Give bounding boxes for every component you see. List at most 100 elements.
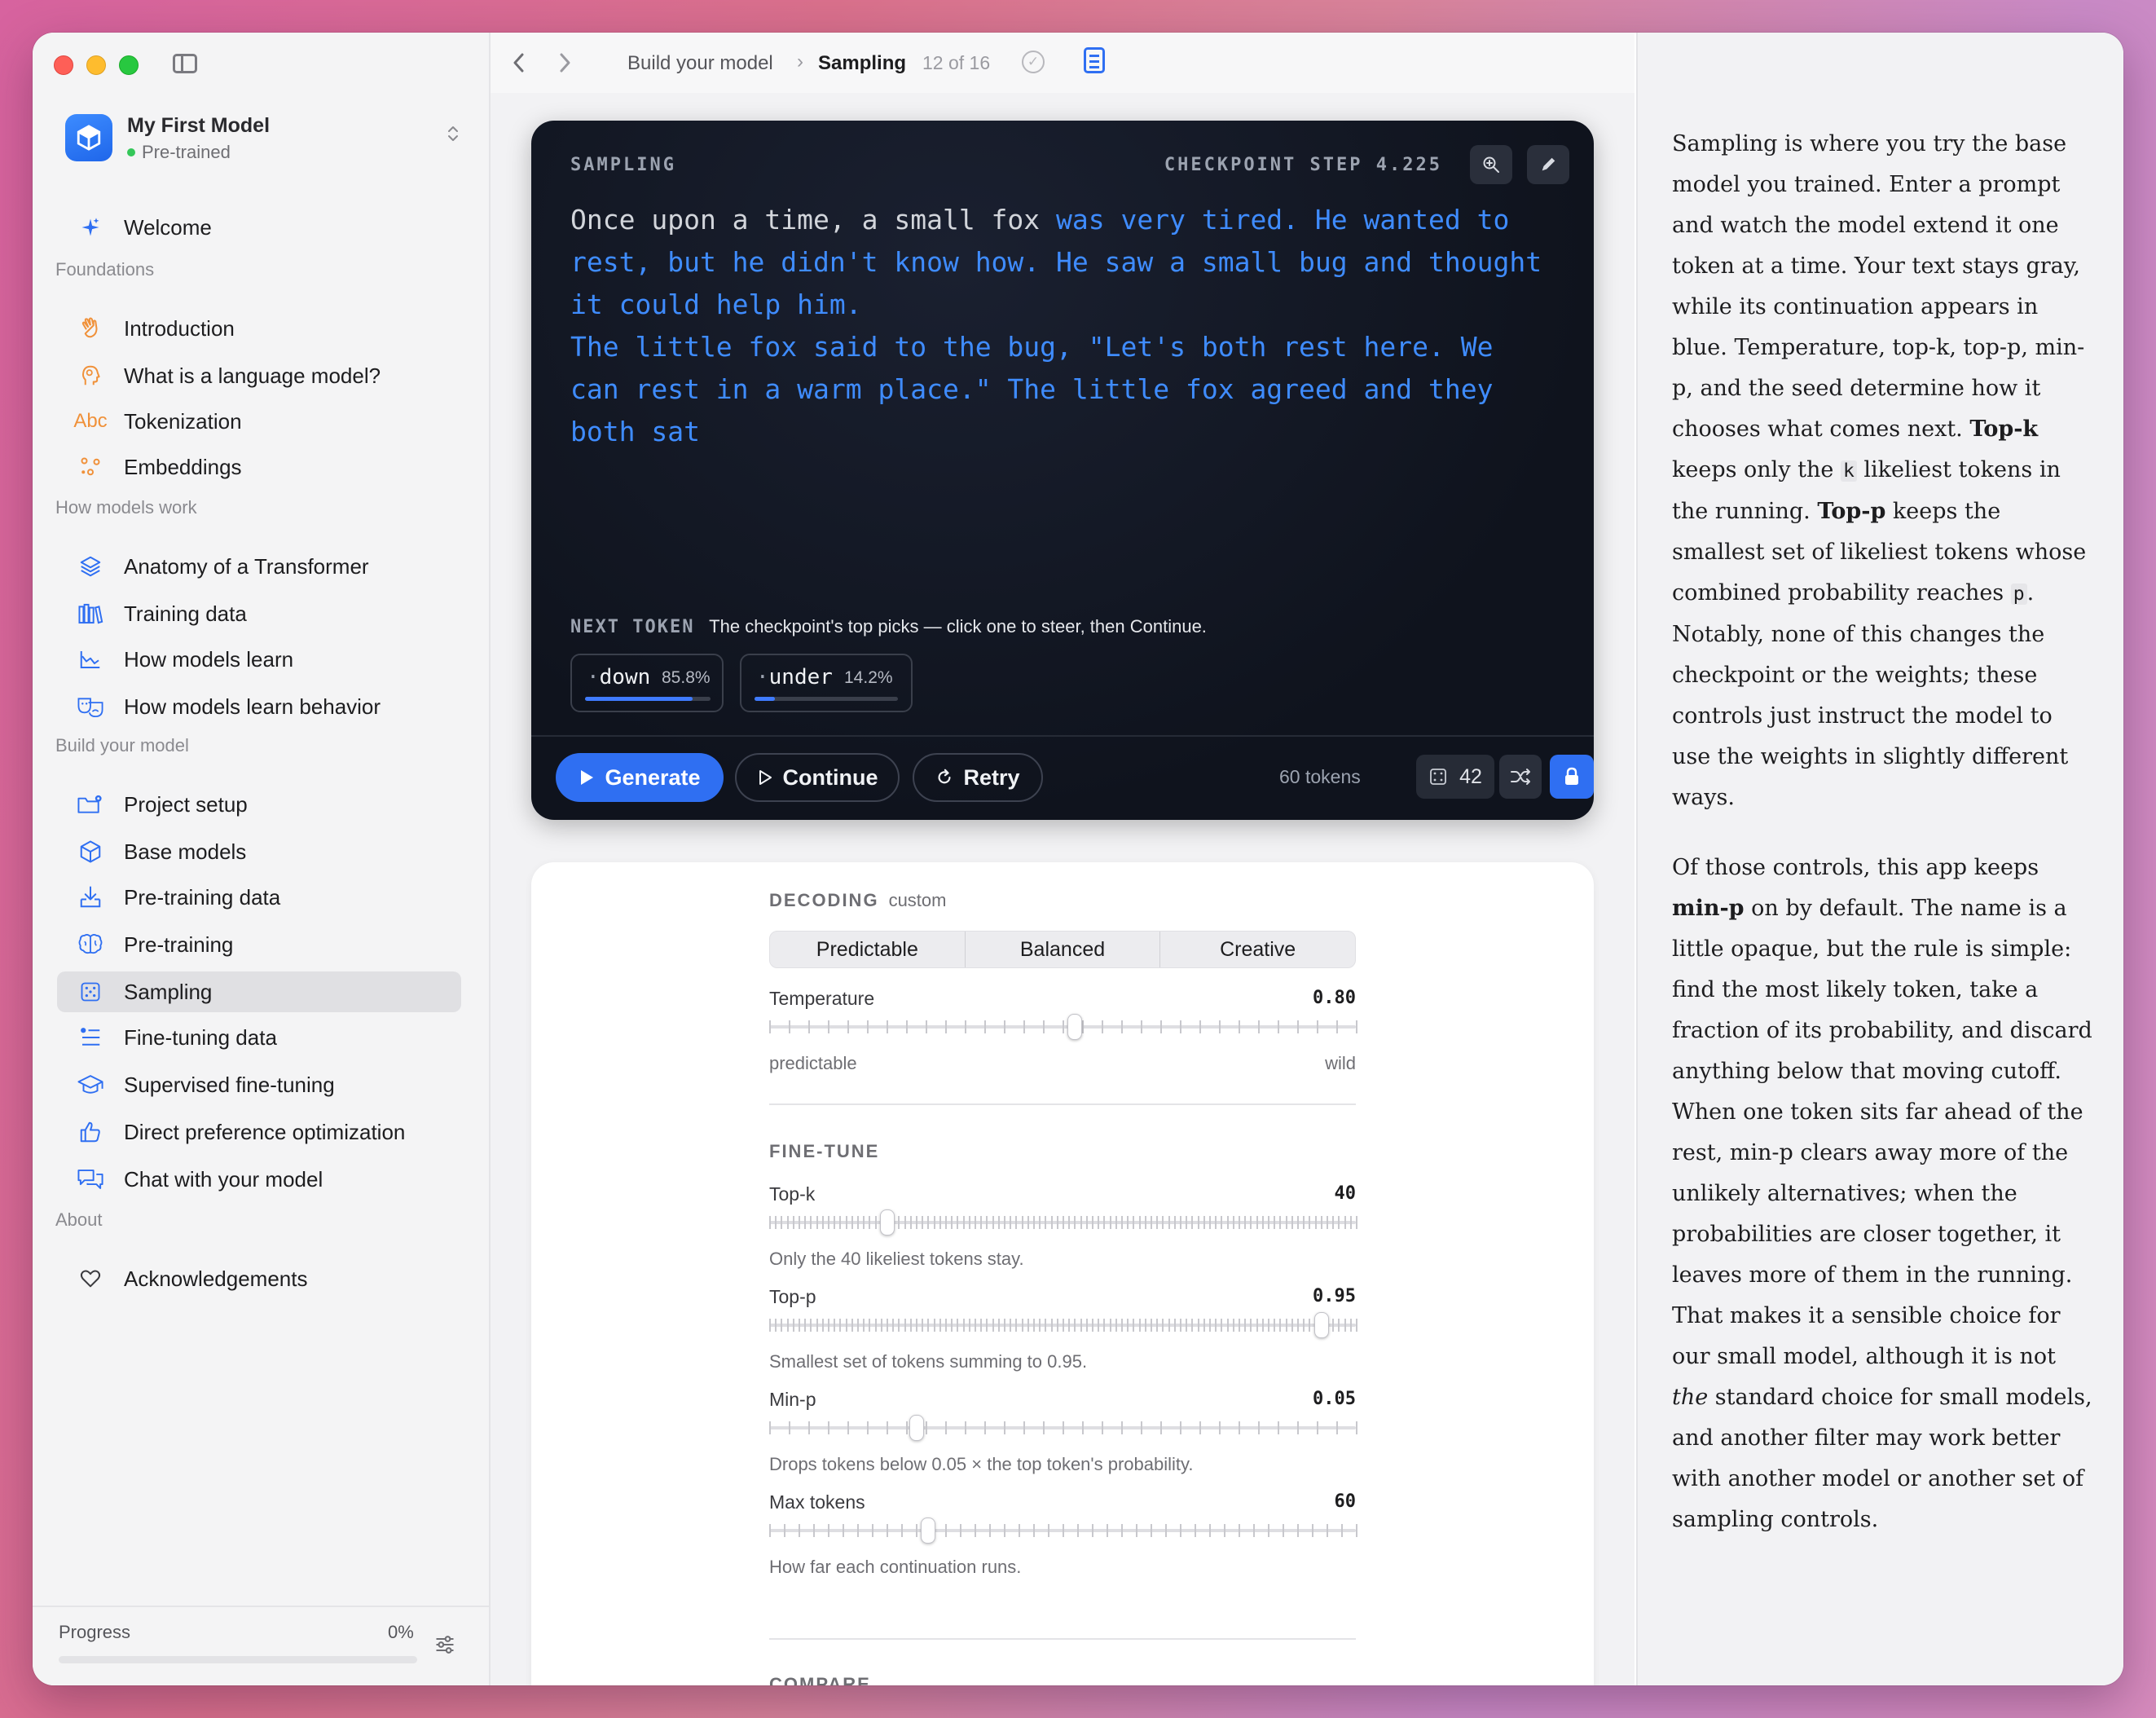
top-k-slider[interactable] xyxy=(769,1209,1357,1236)
sidebar-item-embeddings[interactable]: Embeddings xyxy=(57,447,461,487)
slider-tick xyxy=(1092,1524,1093,1537)
slider-tick xyxy=(1050,1319,1053,1332)
slider-thumb[interactable] xyxy=(909,1415,924,1441)
slider-tick xyxy=(927,1216,930,1229)
sidebar-item-direct-preference-optimization[interactable]: Direct preference optimization xyxy=(57,1112,461,1152)
forward-chevron-icon[interactable] xyxy=(557,52,572,73)
slider-tick xyxy=(775,1319,777,1332)
slider-tick xyxy=(1195,1524,1196,1537)
sidebar-item-anatomy-of-a-transformer[interactable]: Anatomy of a Transformer xyxy=(57,546,461,587)
slider-tick xyxy=(1221,1319,1223,1332)
slider-tick xyxy=(789,1020,790,1033)
slider-tick xyxy=(1080,1319,1082,1332)
lock-seed-button[interactable] xyxy=(1550,755,1594,799)
slider-tick xyxy=(1082,1020,1084,1033)
slider-thumb[interactable] xyxy=(1067,1014,1083,1040)
seed-field[interactable]: 42 xyxy=(1416,755,1494,799)
slider-tick xyxy=(1221,1216,1223,1229)
sidebar-item-supervised-fine-tuning[interactable]: Supervised fine-tuning xyxy=(57,1064,461,1105)
edit-prompt-button[interactable] xyxy=(1527,145,1569,184)
breadcrumb-parent[interactable]: Build your model xyxy=(627,52,773,75)
slider-tick xyxy=(867,1020,869,1033)
toolbar: Build your model › Sampling 12 of 16 ✓ xyxy=(491,33,1635,93)
slider-tick xyxy=(887,1524,888,1537)
generated-text[interactable]: Once upon a time, a small fox was very t… xyxy=(570,199,1556,453)
slider-tick xyxy=(1074,1319,1076,1332)
token-candidate-chip[interactable]: ·down 85.8% xyxy=(570,654,724,712)
minimize-window-button[interactable] xyxy=(86,55,106,75)
token-candidate-chip[interactable]: ·under 14.2% xyxy=(740,654,913,712)
close-window-button[interactable] xyxy=(54,55,73,75)
slider-tick xyxy=(808,1020,810,1033)
slider-tick xyxy=(1063,1421,1064,1434)
slider-tick xyxy=(1004,1020,1005,1033)
zoom-button[interactable] xyxy=(1470,145,1512,184)
sidebar-item-welcome[interactable]: Welcome xyxy=(57,207,461,248)
token-count: 60 tokens xyxy=(1279,766,1361,787)
slider-tick xyxy=(799,1524,800,1537)
slider-tick xyxy=(887,1319,888,1332)
slider-tick xyxy=(874,1216,877,1229)
back-chevron-icon[interactable] xyxy=(512,52,526,73)
model-switcher[interactable]: My First Model Pre-trained xyxy=(65,111,473,176)
slider-tick xyxy=(975,1319,976,1332)
sidebar-item-tokenization[interactable]: Abc Tokenization xyxy=(57,401,461,442)
slider-thumb[interactable] xyxy=(880,1209,895,1236)
slider-tick xyxy=(962,1216,965,1229)
sidebar-item-fine-tuning-data[interactable]: Fine-tuning data xyxy=(57,1017,461,1058)
slider-tick xyxy=(1033,1319,1035,1332)
retry-button[interactable]: Retry xyxy=(913,753,1043,802)
sidebar-item-training-data[interactable]: Training data xyxy=(57,593,461,634)
sidebar-item-how-models-learn-behavior[interactable]: How models learn behavior xyxy=(57,686,461,727)
slider-thumb[interactable] xyxy=(1313,1312,1329,1338)
slider-tick xyxy=(851,1319,853,1332)
sidebar-item-chat-with-your-model[interactable]: Chat with your model xyxy=(57,1159,461,1200)
sidebar-item-sampling[interactable]: Sampling xyxy=(57,971,461,1012)
paragraph-text: keeps only the xyxy=(1672,457,1841,482)
mark-complete-check-icon[interactable]: ✓ xyxy=(1022,51,1045,73)
top-p-slider[interactable] xyxy=(769,1312,1357,1338)
sidebar-item-how-models-learn[interactable]: How models learn xyxy=(57,639,461,680)
slider-tick xyxy=(1180,1216,1181,1229)
sidebar-item-introduction[interactable]: Introduction xyxy=(57,308,461,349)
sidebar-item-label: Pre-training xyxy=(124,932,234,957)
min-p-slider[interactable] xyxy=(769,1415,1357,1441)
slider-tick xyxy=(1068,1319,1071,1332)
next-token-hint: The checkpoint's top picks — click one t… xyxy=(709,616,1207,637)
sidebar-item-project-setup[interactable]: Project setup xyxy=(57,784,461,825)
preset-predictable-button[interactable]: Predictable xyxy=(770,932,966,967)
sliders-icon[interactable] xyxy=(433,1633,456,1656)
slider-tick xyxy=(1327,1216,1328,1229)
continue-button[interactable]: Continue xyxy=(735,753,900,802)
slider-thumb[interactable] xyxy=(921,1518,936,1544)
generate-button[interactable]: Generate xyxy=(556,753,724,802)
slider-tick xyxy=(874,1319,877,1332)
sidebar-item-pre-training[interactable]: Pre-training xyxy=(57,924,461,965)
slider-tick xyxy=(1043,1421,1045,1434)
sidebar-item-what-is-a-language-model[interactable]: What is a language model? xyxy=(57,355,461,396)
slider-tick xyxy=(951,1319,953,1332)
slider-tick xyxy=(1015,1319,1018,1332)
reading-notes-icon[interactable] xyxy=(1084,47,1105,73)
slider-tick xyxy=(922,1216,924,1229)
preset-creative-button[interactable]: Creative xyxy=(1160,932,1355,967)
sidebar-item-acknowledgements[interactable]: Acknowledgements xyxy=(57,1258,461,1299)
slider-tick xyxy=(1239,1319,1240,1332)
slider-tick xyxy=(1279,1319,1282,1332)
sidebar-item-base-models[interactable]: Base models xyxy=(57,831,461,872)
slider-tick xyxy=(898,1216,900,1229)
zoom-window-button[interactable] xyxy=(119,55,139,75)
preset-balanced-button[interactable]: Balanced xyxy=(966,932,1161,967)
slider-tick xyxy=(1102,1020,1103,1033)
sidebar-toggle-icon[interactable] xyxy=(173,54,197,73)
sidebar-item-label: What is a language model? xyxy=(124,363,381,388)
temperature-slider[interactable] xyxy=(769,1014,1357,1040)
sidebar-item-label: Introduction xyxy=(124,315,235,341)
slider-tick xyxy=(1268,1216,1269,1229)
max-tokens-slider[interactable] xyxy=(769,1518,1357,1544)
slider-tick xyxy=(1320,1216,1322,1229)
chat-bubbles-icon xyxy=(73,1165,108,1194)
slider-tick xyxy=(892,1319,895,1332)
sidebar-item-pre-training-data[interactable]: Pre-training data xyxy=(57,877,461,918)
randomize-seed-button[interactable] xyxy=(1499,755,1542,799)
